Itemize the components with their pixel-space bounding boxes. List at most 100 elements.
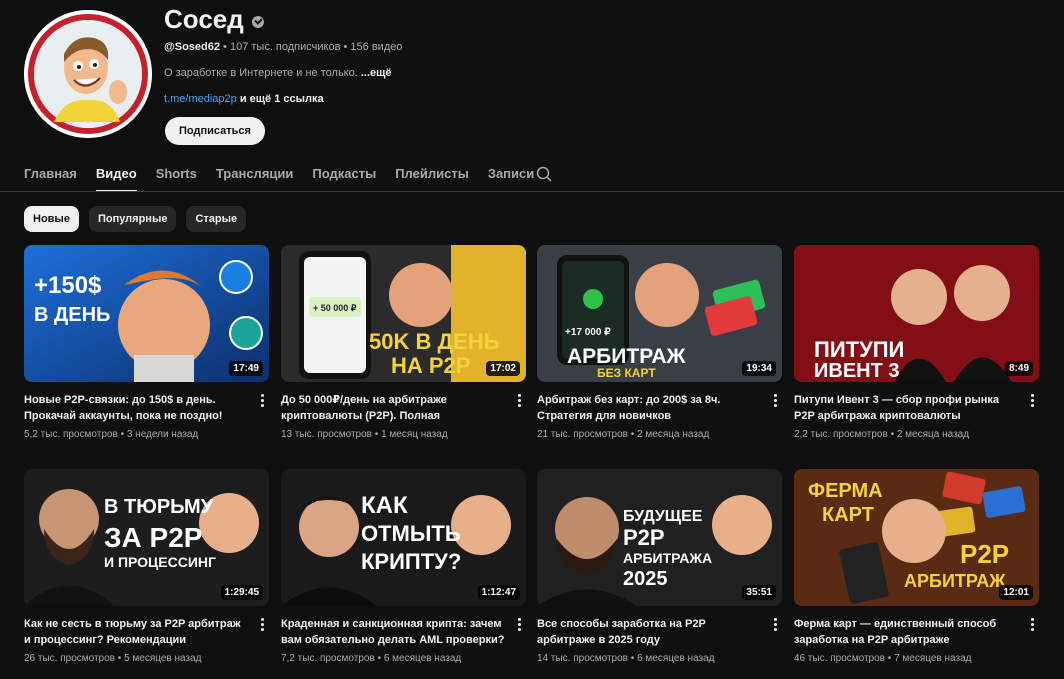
video-card[interactable]: + 50 000 ₽ 50K В ДЕНЬ НА P2P 17:02 До 50… — [281, 245, 526, 440]
tab-live[interactable]: Трансляции — [216, 158, 294, 192]
thumbnail-text-line: КАРТ — [822, 504, 874, 526]
video-stats: 26 тыс. просмотров • 5 месяцев назад — [24, 653, 201, 664]
video-thumbnail[interactable]: +150$ В ДЕНЬ 17:49 — [24, 245, 269, 382]
thumbnail-text-line: БУДУЩЕЕ — [623, 508, 703, 525]
thumbnail-text-line: ПИТУПИ — [814, 337, 904, 362]
video-title[interactable]: Питупи Ивент 3 — сбор профи рынка P2P ар… — [794, 392, 1019, 424]
thumbnail-text-line: И ПРОЦЕССИНГ — [104, 554, 216, 570]
video-card[interactable]: БУДУЩЕЕ P2P АРБИТРАЖА 2025 35:51 Все спо… — [537, 469, 782, 664]
video-duration: 19:34 — [742, 361, 776, 376]
tab-home[interactable]: Главная — [24, 158, 77, 192]
thumbnail-text-line: ОТМЫТЬ — [361, 521, 461, 546]
video-thumbnail[interactable]: +17 000 ₽ АРБИТРАЖ БЕЗ КАРТ 19:34 — [537, 245, 782, 382]
view-count: 5,2 тыс. просмотров — [24, 429, 118, 440]
video-stats: 21 тыс. просмотров • 2 месяца назад — [537, 429, 709, 440]
more-vertical-icon[interactable] — [255, 392, 269, 408]
video-card[interactable]: КАК ОТМЫТЬ КРИПТУ? 1:12:47 Краденная и с… — [281, 469, 526, 664]
sort-chips: Новые Популярные Старые — [24, 206, 247, 232]
video-thumbnail[interactable]: В ТЮРЬМУ ЗА P2P И ПРОЦЕССИНГ 1:29:45 — [24, 469, 269, 606]
thumbnail-text-line: КАК — [361, 492, 408, 519]
video-thumbnail[interactable]: + 50 000 ₽ 50K В ДЕНЬ НА P2P 17:02 — [281, 245, 526, 382]
thumbnail-text-line: +17 000 ₽ — [565, 327, 611, 338]
video-card[interactable]: В ТЮРЬМУ ЗА P2P И ПРОЦЕССИНГ 1:29:45 Как… — [24, 469, 269, 664]
tab-podcasts[interactable]: Подкасты — [312, 158, 376, 192]
view-count: 7,2 тыс. просмотров — [281, 653, 375, 664]
view-count: 26 тыс. просмотров — [24, 653, 115, 664]
channel-meta: @Sosed62 • 107 тыс. подписчиков • 156 ви… — [164, 41, 402, 53]
upload-age: 5 месяцев назад — [124, 653, 202, 664]
video-thumbnail[interactable]: БУДУЩЕЕ P2P АРБИТРАЖА 2025 35:51 — [537, 469, 782, 606]
thumbnail-text-line: АРБИТРАЖА — [623, 550, 712, 566]
channel-description[interactable]: О заработке в Интернете и не только. ...… — [164, 67, 392, 79]
video-card[interactable]: ФЕРМА КАРТ P2P АРБИТРАЖ 12:01 Ферма карт… — [794, 469, 1039, 664]
meta-separator: • — [223, 41, 230, 53]
channel-avatar[interactable] — [24, 10, 152, 138]
video-stats: 7,2 тыс. просмотров • 6 месяцев назад — [281, 653, 461, 664]
subscribe-button[interactable]: Подписаться — [165, 117, 265, 145]
more-vertical-icon[interactable] — [512, 616, 526, 632]
more-vertical-icon[interactable] — [512, 392, 526, 408]
description-more-link[interactable]: ...ещё — [361, 67, 392, 79]
chip-popular[interactable]: Популярные — [88, 206, 177, 232]
view-count: 13 тыс. просмотров — [281, 429, 372, 440]
video-duration: 8:49 — [1004, 361, 1033, 376]
thumbnail-text-line: ФЕРМА — [808, 480, 883, 502]
channel-link[interactable]: t.me/mediap2p — [164, 93, 237, 105]
video-duration: 17:02 — [486, 361, 520, 376]
upload-age: 1 месяц назад — [381, 429, 448, 440]
video-card[interactable]: +150$ В ДЕНЬ 17:49 Новые P2P-связки: до … — [24, 245, 269, 440]
channel-handle: @Sosed62 — [164, 41, 220, 53]
thumbnail-text-line: P2P — [960, 539, 1009, 569]
description-text: О заработке в Интернете и не только. — [164, 67, 358, 79]
video-thumbnail[interactable]: КАК ОТМЫТЬ КРИПТУ? 1:12:47 — [281, 469, 526, 606]
video-title[interactable]: Новые P2P-связки: до 150$ в день. Прокач… — [24, 392, 249, 424]
video-duration: 1:29:45 — [220, 585, 263, 600]
tab-posts[interactable]: Записи — [488, 158, 534, 192]
video-duration: 1:12:47 — [477, 585, 520, 600]
thumbnail-text-line: +150$ — [34, 272, 102, 299]
more-vertical-icon[interactable] — [1025, 392, 1039, 408]
video-thumbnail[interactable]: ПИТУПИ ИВЕНТ 3 8:49 — [794, 245, 1039, 382]
chip-newest[interactable]: Новые — [24, 206, 79, 232]
upload-age: 2 месяца назад — [637, 429, 710, 440]
video-thumbnail[interactable]: ФЕРМА КАРТ P2P АРБИТРАЖ 12:01 — [794, 469, 1039, 606]
search-icon[interactable] — [536, 166, 552, 182]
tab-shorts[interactable]: Shorts — [156, 158, 197, 192]
more-vertical-icon[interactable] — [768, 616, 782, 632]
video-title[interactable]: Краденная и санкционная крипта: зачем ва… — [281, 616, 506, 648]
thumbnail-text-line: В ДЕНЬ — [34, 304, 110, 326]
thumbnail-text-line: БЕЗ КАРТ — [597, 366, 656, 380]
verified-icon — [251, 15, 264, 28]
upload-age: 6 месяцев назад — [637, 653, 715, 664]
video-title[interactable]: До 50 000₽/день на арбитраже криптовалют… — [281, 392, 506, 424]
thumbnail-text-line: ЗА P2P — [104, 522, 202, 553]
thumbnail-text-line: КРИПТУ? — [361, 549, 461, 574]
thumbnail-text-line: P2P — [623, 525, 665, 550]
thumbnail-text-line: В ТЮРЬМУ — [104, 496, 214, 518]
upload-age: 6 месяцев назад — [383, 653, 462, 664]
channel-name-text: Сосед — [164, 4, 244, 34]
video-title[interactable]: Арбитраж без карт: до 200$ за 8ч. Страте… — [537, 392, 762, 424]
video-title[interactable]: Как не сесть в тюрьму за P2P арбитраж и … — [24, 616, 249, 648]
view-count: 14 тыс. просмотров — [537, 653, 628, 664]
thumbnail-text-line: АРБИТРАЖ — [904, 571, 1006, 591]
thumbnail-text-line: 50K В ДЕНЬ — [369, 329, 500, 354]
more-vertical-icon[interactable] — [768, 392, 782, 408]
channel-tabs: Главная Видео Shorts Трансляции Подкасты… — [24, 158, 553, 192]
upload-age: 3 недели назад — [126, 429, 199, 440]
chip-oldest[interactable]: Старые — [186, 206, 247, 232]
tab-videos[interactable]: Видео — [95, 158, 137, 192]
video-card[interactable]: +17 000 ₽ АРБИТРАЖ БЕЗ КАРТ 19:34 Арбитр… — [537, 245, 782, 440]
extra-links-button[interactable]: и ещё 1 ссылка — [240, 93, 324, 105]
upload-age: 2 месяца назад — [896, 429, 970, 440]
video-card[interactable]: ПИТУПИ ИВЕНТ 3 8:49 Питупи Ивент 3 — сбо… — [794, 245, 1039, 440]
video-stats: 5,2 тыс. просмотров • 3 недели назад — [24, 429, 198, 440]
video-title[interactable]: Все способы заработка на P2P арбитраже в… — [537, 616, 762, 648]
view-count: 2,2 тыс. просмотров — [794, 429, 888, 440]
video-title[interactable]: Ферма карт — единственный способ заработ… — [794, 616, 1019, 648]
video-count: 156 видео — [350, 41, 403, 53]
thumbnail-text-line: АРБИТРАЖ — [567, 345, 687, 368]
more-vertical-icon[interactable] — [255, 616, 269, 632]
more-vertical-icon[interactable] — [1025, 616, 1039, 632]
tab-playlists[interactable]: Плейлисты — [395, 158, 469, 192]
